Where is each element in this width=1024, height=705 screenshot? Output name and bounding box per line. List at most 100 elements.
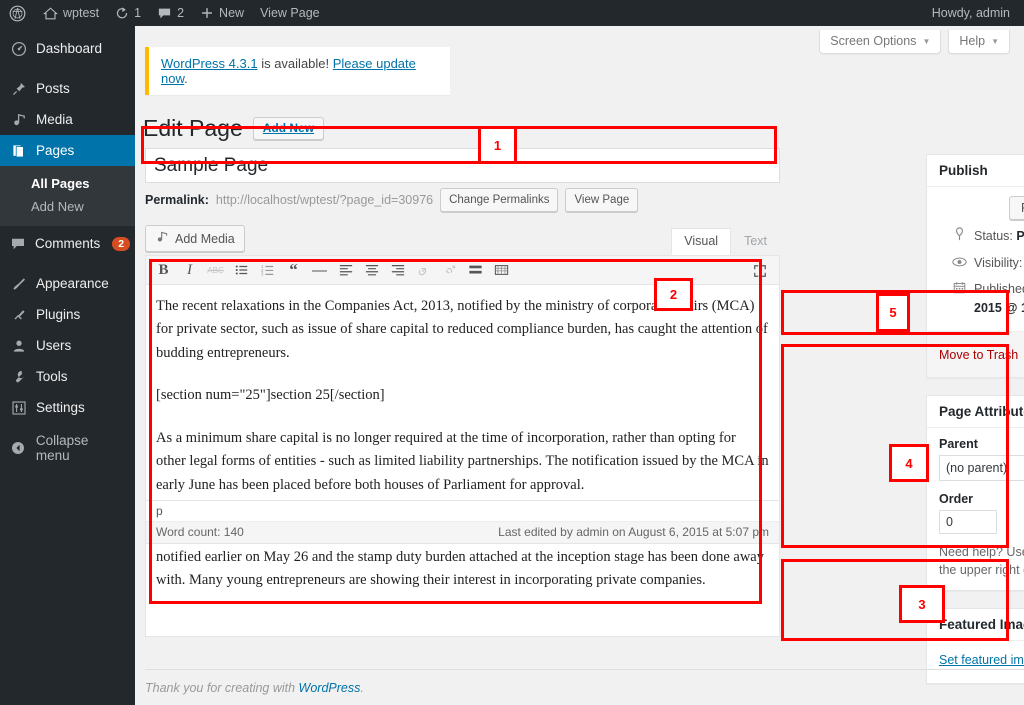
sidebar-item-comments[interactable]: Comments 2 xyxy=(0,228,135,259)
change-permalinks-button[interactable]: Change Permalinks xyxy=(440,187,559,213)
page-attributes-body: Parent (no parent) ▼ Order Need help? Us… xyxy=(927,428,1024,591)
sidebar-item-dashboard[interactable]: Dashboard xyxy=(0,33,135,64)
add-media-button[interactable]: Add Media xyxy=(145,225,245,252)
updates-count: 1 xyxy=(134,6,142,20)
updates-menu[interactable]: 1 xyxy=(107,0,149,26)
new-content-label: New xyxy=(219,6,245,20)
annotation-marker-5: 5 xyxy=(876,293,910,332)
editor-paragraph: [section num="25"]section 25[/section] xyxy=(156,387,385,404)
sidebar-item-appearance[interactable]: Appearance xyxy=(0,268,135,299)
pin-marker-icon xyxy=(951,227,967,247)
parent-label: Parent xyxy=(939,436,978,451)
align-left-icon[interactable] xyxy=(333,259,358,282)
remove-link-icon[interactable] xyxy=(437,259,462,282)
editor-status-bar: p Word count: 140 Last edited by admin o… xyxy=(146,500,779,543)
page-header: Edit Page Add New xyxy=(143,114,325,144)
minor-publishing-actions: Preview Changes Status: Published Edit V… xyxy=(927,187,1024,322)
insert-link-icon[interactable] xyxy=(411,259,436,282)
calendar-icon xyxy=(951,280,967,300)
italic-icon[interactable]: I xyxy=(177,259,202,282)
editor-content-overflow[interactable]: notified earlier on May 26 and the stamp… xyxy=(145,544,780,637)
sidebar-item-posts[interactable]: Posts xyxy=(0,73,135,104)
parent-select[interactable]: (no parent) xyxy=(939,454,1024,481)
horizontal-rule-icon[interactable]: — xyxy=(307,259,332,282)
sidebar-item-label: Posts xyxy=(36,81,70,96)
visibility-label: Visibility: xyxy=(974,255,1023,270)
wordpress-link[interactable]: WordPress xyxy=(299,681,361,695)
order-input[interactable] xyxy=(939,509,997,534)
view-page-button[interactable]: View Page xyxy=(565,187,639,213)
comment-bubble-icon xyxy=(10,235,26,252)
status-row-text: Status: Published Edit xyxy=(974,227,1024,246)
visibility-row: Visibility: Public Edit xyxy=(939,247,1024,274)
dashboard-icon xyxy=(10,40,27,57)
site-name-menu[interactable]: wptest xyxy=(35,0,107,26)
collapse-menu-button[interactable]: Collapse menu xyxy=(0,432,135,463)
unordered-list-icon[interactable] xyxy=(229,259,254,282)
submenu-item-label: Add New xyxy=(31,199,84,214)
eye-icon xyxy=(951,254,967,274)
status-row: Status: Published Edit xyxy=(939,220,1024,247)
tab-visual[interactable]: Visual xyxy=(671,228,732,255)
bold-icon[interactable]: B xyxy=(151,259,176,282)
sidebar-item-pages[interactable]: Pages xyxy=(0,135,143,166)
toolbar-toggle-icon[interactable] xyxy=(489,259,514,282)
page-attributes-title: Page Attributes xyxy=(939,403,1024,419)
updates-icon xyxy=(115,6,129,20)
sidebar-item-label: Collapse menu xyxy=(35,432,89,463)
page-attributes-header[interactable]: Page Attributes ▲ xyxy=(927,396,1024,428)
sidebar-item-users[interactable]: Users xyxy=(0,330,135,361)
align-right-icon[interactable] xyxy=(385,259,410,282)
admin-sidebar-menu: Dashboard Posts Media Pages All Pages Ad… xyxy=(0,26,143,705)
wordpress-version-link[interactable]: WordPress 4.3.1 xyxy=(161,56,258,71)
plugins-plug-icon xyxy=(10,306,27,323)
plus-icon xyxy=(200,6,214,20)
tab-text[interactable]: Text xyxy=(731,228,780,255)
comments-menu[interactable]: 2 xyxy=(149,0,192,26)
submenu-item-all-pages[interactable]: All Pages xyxy=(0,172,135,195)
chevron-down-icon: ▼ xyxy=(991,36,999,46)
set-featured-image-link[interactable]: Set featured image xyxy=(939,653,1024,667)
howdy-account-menu[interactable]: Howdy, admin xyxy=(932,6,1024,20)
title-section xyxy=(145,148,780,183)
help-button[interactable]: Help ▼ xyxy=(948,30,1010,54)
view-page-label: View Page xyxy=(260,6,320,20)
sidebar-item-plugins[interactable]: Plugins xyxy=(0,299,135,330)
move-to-trash-link[interactable]: Move to Trash xyxy=(939,348,1018,362)
chevron-down-icon: ▼ xyxy=(922,36,931,46)
svg-text:3: 3 xyxy=(261,272,264,277)
align-center-icon[interactable] xyxy=(359,259,384,282)
admin-bar: wptest 1 2 New View Page Howdy, admin xyxy=(0,0,1024,26)
blockquote-icon[interactable]: “ xyxy=(281,259,306,282)
editor-paragraph: notified earlier on May 26 and the stamp… xyxy=(156,549,764,589)
screen-options-button[interactable]: Screen Options ▼ xyxy=(819,30,942,54)
pages-icon xyxy=(10,142,27,159)
sidebar-item-tools[interactable]: Tools xyxy=(0,361,135,392)
editor-tools: Add Media Visual Text xyxy=(145,225,780,255)
site-name-label: wptest xyxy=(63,6,100,20)
read-more-icon[interactable] xyxy=(463,259,488,282)
sidebar-item-label: Users xyxy=(36,338,72,353)
new-content-menu[interactable]: New xyxy=(192,0,252,26)
sidebar-item-media[interactable]: Media xyxy=(0,104,135,135)
menu-separator xyxy=(0,423,135,432)
comment-bubble-icon xyxy=(157,6,172,21)
sidebar-item-settings[interactable]: Settings xyxy=(0,392,135,423)
comments-count-bubble: 2 xyxy=(112,236,131,251)
publish-box-title: Publish xyxy=(939,163,988,178)
ordered-list-icon[interactable]: 123 xyxy=(255,259,280,282)
fullscreen-icon[interactable] xyxy=(747,259,772,282)
submenu-item-add-new[interactable]: Add New xyxy=(0,195,135,218)
page-attributes-box: Page Attributes ▲ Parent (no parent) ▼ O… xyxy=(926,394,1024,591)
wordpress-logo-menu[interactable] xyxy=(0,0,35,26)
comments-count: 2 xyxy=(177,6,185,20)
permalink-label: Permalink: xyxy=(145,193,209,207)
strikethrough-icon[interactable]: ABC xyxy=(203,259,228,282)
view-page-link[interactable]: View Page xyxy=(252,0,328,26)
title-input[interactable] xyxy=(145,148,780,183)
media-icon xyxy=(10,111,27,128)
publish-box-header[interactable]: Publish ▲ xyxy=(927,155,1024,187)
editor-content[interactable]: The recent relaxations in the Companies … xyxy=(146,285,779,500)
add-new-button[interactable]: Add New xyxy=(252,117,325,141)
preview-changes-button[interactable]: Preview Changes xyxy=(1009,196,1024,220)
